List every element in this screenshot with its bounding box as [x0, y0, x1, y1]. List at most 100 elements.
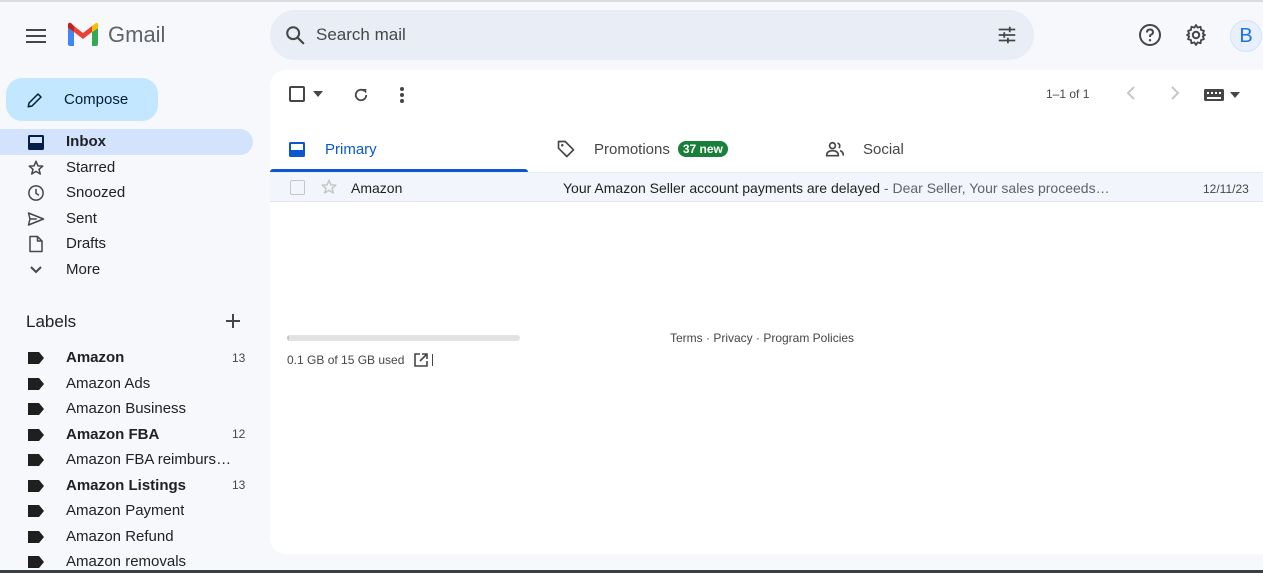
tab-promotions[interactable]: Promotions 37 new: [556, 126, 728, 172]
label-item[interactable]: Amazon Listings 13: [0, 473, 253, 499]
label-item[interactable]: Amazon Payment: [0, 498, 253, 524]
more-actions-button[interactable]: [399, 86, 405, 104]
label-name: Amazon removals: [66, 553, 187, 571]
label-name: Amazon: [66, 349, 125, 367]
email-sender: Amazon: [351, 180, 403, 196]
select-all-checkbox[interactable]: [289, 86, 305, 102]
sidebar-item-label: Sent: [66, 209, 97, 227]
compose-label: Compose: [64, 91, 129, 108]
tab-label: Promotions: [594, 140, 670, 158]
label-icon: [28, 556, 44, 568]
help-icon: [1139, 24, 1161, 46]
label-icon: [28, 428, 44, 441]
caret-down-icon: [1230, 92, 1240, 98]
sidebar-item-label: Starred: [66, 158, 116, 176]
inbox-icon: [27, 133, 45, 151]
label-name: Amazon Business: [66, 400, 187, 418]
avatar-letter: B: [1239, 24, 1253, 47]
labels-header: Labels: [26, 312, 246, 334]
label-icon: [28, 454, 44, 466]
search-input[interactable]: [316, 22, 916, 48]
label-name: Amazon Payment: [66, 502, 185, 520]
people-icon: [825, 141, 845, 157]
label-icon: [28, 479, 44, 492]
email-subject-line: Your Amazon Seller account payments are …: [563, 180, 1110, 196]
refresh-icon: [354, 88, 368, 102]
sidebar-item-label: Drafts: [66, 235, 107, 253]
sidebar-nav: Inbox Starred Snoozed Sent Drafts More: [0, 129, 253, 282]
pagination-text: 1–1 of 1: [1046, 87, 1090, 101]
label-name: Amazon FBA reimburse…: [66, 451, 238, 469]
chevron-right-icon: [1171, 86, 1180, 100]
app-name: Gmail: [108, 22, 166, 47]
sidebar-item-label: Snoozed: [66, 184, 126, 202]
plus-icon: [226, 314, 240, 328]
refresh-button[interactable]: [352, 86, 370, 104]
category-tabs: Primary Promotions 37 new Social: [270, 126, 1263, 172]
divider: [432, 354, 434, 366]
settings-button[interactable]: [1183, 22, 1209, 48]
tab-social[interactable]: Social: [825, 126, 904, 172]
email-checkbox[interactable]: [290, 180, 305, 195]
sidebar-item-inbox[interactable]: Inbox: [0, 129, 253, 155]
storage-meter-fill: [287, 335, 290, 341]
select-checkbox-dropdown[interactable]: [289, 86, 323, 102]
tab-label: Social: [863, 140, 904, 158]
send-icon: [27, 210, 45, 228]
label-item[interactable]: Amazon FBA 12: [0, 422, 253, 448]
sidebar-item-sent[interactable]: Sent: [0, 206, 253, 232]
account-avatar[interactable]: B: [1230, 20, 1262, 52]
labels-list: Amazon 13 Amazon Ads Amazon Business Amazon …: [0, 345, 253, 573]
pencil-icon: [27, 92, 42, 107]
sidebar-item-starred[interactable]: Starred: [0, 155, 253, 181]
sidebar-item-snoozed[interactable]: Snoozed: [0, 180, 253, 206]
label-count: 13: [232, 478, 246, 493]
label-name: Amazon Ads: [66, 374, 151, 392]
storage-text: 0.1 GB of 15 GB used: [287, 353, 405, 367]
promotions-badge: 37 new: [677, 141, 728, 157]
label-icon: [28, 403, 44, 415]
label-icon: [28, 352, 44, 364]
search-bar[interactable]: [270, 10, 1034, 60]
tag-icon: [557, 140, 575, 158]
create-label-button[interactable]: [224, 312, 242, 335]
sidebar-item-more[interactable]: More: [0, 257, 253, 283]
label-count: 13: [232, 350, 246, 365]
label-icon: [28, 377, 44, 390]
footer-links[interactable]: Terms · Privacy · Program Policies: [670, 331, 854, 345]
label-icon: [28, 530, 44, 543]
label-item[interactable]: Amazon FBA reimburse…: [0, 447, 253, 473]
label-name: Amazon FBA: [66, 425, 160, 443]
caret-down-icon[interactable]: [313, 91, 323, 97]
label-count: 12: [232, 427, 246, 442]
support-button[interactable]: [1137, 22, 1163, 48]
gear-icon: [1186, 24, 1206, 46]
input-tools-button[interactable]: [1204, 89, 1240, 101]
email-subject: Your Amazon Seller account payments are …: [563, 180, 881, 196]
main-panel: 1–1 of 1 Primary Promotions 37 new Socia…: [270, 70, 1263, 554]
label-name: Amazon Refund: [66, 527, 174, 545]
label-item[interactable]: Amazon Business: [0, 396, 253, 422]
email-row[interactable]: Amazon Your Amazon Seller account paymen…: [270, 172, 1263, 202]
compose-button[interactable]: Compose: [6, 78, 158, 121]
email-snippet: - Dear Seller, Your sales proceeds…: [880, 180, 1110, 196]
label-item[interactable]: Amazon Refund: [0, 524, 253, 550]
newer-button[interactable]: [1126, 86, 1136, 100]
gmail-logo[interactable]: Gmail: [66, 22, 165, 48]
star-icon[interactable]: [320, 178, 338, 196]
open-in-new-icon[interactable]: [413, 352, 429, 368]
search-icon[interactable]: [284, 24, 306, 46]
storage-meter: [287, 335, 520, 341]
label-icon: [28, 505, 44, 517]
older-button[interactable]: [1170, 86, 1180, 100]
sidebar-item-label: Inbox: [66, 133, 106, 151]
top-border: [0, 0, 1263, 2]
sidebar-item-drafts[interactable]: Drafts: [0, 231, 253, 257]
email-date: 12/11/23: [1203, 182, 1249, 196]
labels-title: Labels: [26, 312, 77, 331]
search-options-icon[interactable]: [996, 24, 1018, 46]
label-item[interactable]: Amazon Ads: [0, 371, 253, 397]
tab-primary[interactable]: Primary: [289, 126, 377, 172]
main-menu-button[interactable]: [20, 20, 52, 52]
label-item[interactable]: Amazon 13: [0, 345, 253, 371]
